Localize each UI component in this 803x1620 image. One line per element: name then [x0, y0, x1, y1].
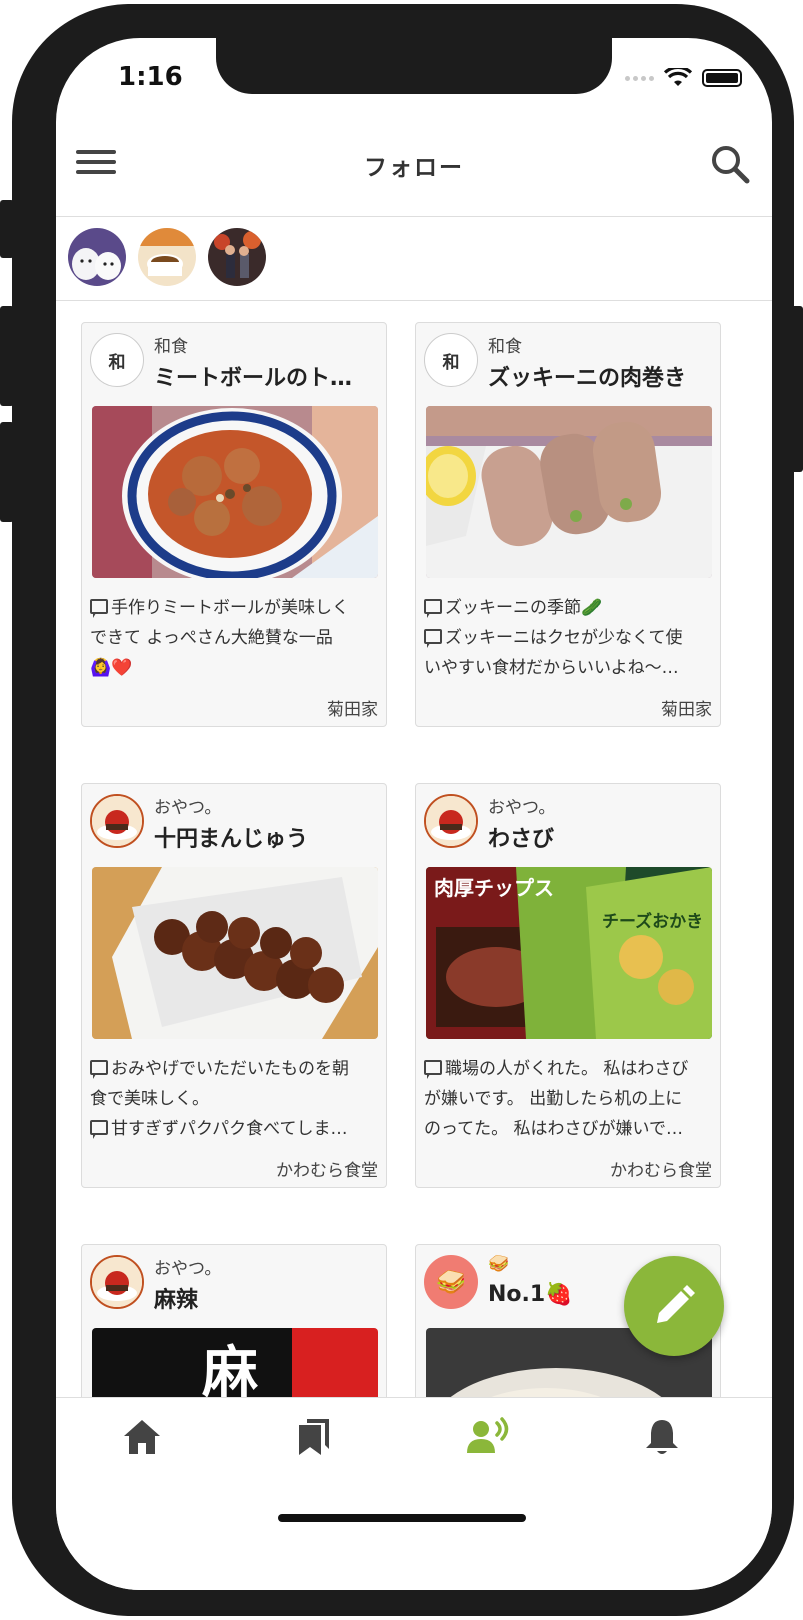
signal-icon: [625, 75, 654, 81]
description-line: 甘すぎずパクパク食べてしま…: [111, 1119, 348, 1139]
category-avatar: 🥪: [424, 1255, 478, 1309]
compose-post-button[interactable]: [624, 1256, 724, 1356]
card-author[interactable]: 菊田家: [327, 695, 378, 720]
photo-label: 麻: [202, 1341, 258, 1397]
story-avatar-1[interactable]: [68, 228, 126, 286]
card-category: おやつ。: [488, 798, 556, 818]
recipe-photo: 麻: [92, 1328, 378, 1397]
wifi-icon: [664, 68, 692, 86]
comment-icon: [90, 1120, 108, 1139]
card-title: ズッキーニの肉巻き: [488, 366, 687, 391]
bell-icon: [646, 1420, 678, 1454]
search-icon: [712, 146, 750, 184]
page-title: フォロー: [364, 155, 464, 181]
card-category: 🥪: [488, 1254, 510, 1274]
card-author[interactable]: かわむら食堂: [276, 1156, 378, 1181]
pencil-icon: [657, 1285, 695, 1323]
comment-icon: [424, 599, 442, 618]
recipe-feed[interactable]: 和 和食 ミートボールのト… 手作りミートボールが美味しく できて よっぺさん大…: [56, 301, 772, 1397]
description-line: が嫌いです。 出勤したら机の上に: [424, 1089, 683, 1109]
story-avatar-3[interactable]: [208, 228, 266, 286]
tab-bookmarks[interactable]: [284, 1414, 344, 1460]
battery-icon: [702, 69, 742, 87]
app-header: フォロー: [56, 126, 772, 217]
card-category: おやつ。: [154, 1259, 222, 1279]
user-avatar: [424, 794, 478, 848]
photo-label: チーズおかき: [602, 911, 703, 932]
recipe-photo: [426, 406, 712, 578]
user-avatar: [90, 1255, 144, 1309]
status-icons: [625, 68, 742, 88]
tab-follow[interactable]: [458, 1414, 518, 1460]
description-line: 🙆‍♀️❤️: [90, 658, 133, 678]
card-category: 和食: [154, 337, 188, 357]
bookmarks-icon: [299, 1419, 329, 1455]
home-indicator: [278, 1514, 526, 1522]
comment-icon: [424, 629, 442, 648]
followed-users-row: [56, 218, 772, 301]
recipe-card[interactable]: 和 和食 ミートボールのト… 手作りミートボールが美味しく できて よっぺさん大…: [81, 322, 387, 727]
story-avatar-2[interactable]: [138, 228, 196, 286]
description-line: できて よっぺさん大絶賛な一品: [90, 628, 333, 648]
card-description: 職場の人がくれた。 私はわさび が嫌いです。 出勤したら机の上に のってた。 私…: [424, 1054, 712, 1144]
description-line: のってた。 私はわさびが嫌いで…: [424, 1119, 684, 1139]
comment-icon: [90, 1060, 108, 1079]
card-title: 麻辣: [154, 1288, 199, 1313]
description-line: 手作りミートボールが美味しく: [111, 598, 349, 618]
recipe-card[interactable]: おやつ。 麻辣 麻: [81, 1244, 387, 1397]
search-button[interactable]: [708, 142, 752, 186]
card-description: 手作りミートボールが美味しく できて よっぺさん大絶賛な一品 🙆‍♀️❤️: [90, 593, 378, 683]
photo-label: 肉厚チップス: [434, 876, 554, 900]
comment-icon: [90, 599, 108, 618]
card-category: 和食: [488, 337, 522, 357]
description-line: いやすい食材だからいいよね〜…: [424, 658, 679, 678]
recipe-photo: 肉厚チップス チーズおかき: [426, 867, 712, 1039]
card-title: わさび: [488, 827, 555, 852]
user-avatar: [90, 794, 144, 848]
description-line: 職場の人がくれた。 私はわさび: [445, 1059, 689, 1079]
bottom-tab-bar: [56, 1397, 772, 1590]
recipe-card[interactable]: おやつ。 わさび 肉厚チップス チーズおかき 職場の人がくれた。 私はわさび が…: [415, 783, 721, 1188]
description-line: ズッキーニの季節🥒: [445, 598, 603, 618]
phone-frame: 1:16 フォロー 和 和食 ミートボールのト… 手作りミートボールが美味しく …: [12, 4, 794, 1616]
tab-notifications[interactable]: [632, 1414, 692, 1460]
comment-icon: [424, 1060, 442, 1079]
app-screen: 1:16 フォロー 和 和食 ミートボールのト… 手作りミートボールが美味しく …: [56, 38, 772, 1590]
tab-home[interactable]: [112, 1414, 172, 1460]
recipe-card[interactable]: 和 和食 ズッキーニの肉巻き ズッキーニの季節🥒 ズッキーニはクセが少なくて使 …: [415, 322, 721, 727]
card-author[interactable]: 菊田家: [661, 695, 712, 720]
follow-icon: [467, 1417, 509, 1453]
category-avatar: 和: [424, 333, 478, 387]
category-avatar: 和: [90, 333, 144, 387]
description-line: ズッキーニはクセが少なくて使: [445, 628, 683, 648]
recipe-photo: [92, 406, 378, 578]
recipe-card[interactable]: おやつ。 十円まんじゅう おみやげでいただいたものを朝 食で美味しく。 甘すぎず…: [81, 783, 387, 1188]
card-title: 十円まんじゅう: [154, 827, 309, 852]
home-icon: [124, 1420, 160, 1454]
description-line: おみやげでいただいたものを朝: [111, 1059, 349, 1079]
notch: [216, 38, 612, 94]
card-description: ズッキーニの季節🥒 ズッキーニはクセが少なくて使 いやすい食材だからいいよね〜…: [424, 593, 712, 683]
card-description: おみやげでいただいたものを朝 食で美味しく。 甘すぎずパクパク食べてしま…: [90, 1054, 378, 1144]
card-author[interactable]: かわむら食堂: [610, 1156, 712, 1181]
description-line: 食で美味しく。: [90, 1089, 209, 1109]
card-category: おやつ。: [154, 798, 222, 818]
recipe-photo: [92, 867, 378, 1039]
status-time: 1:16: [118, 62, 183, 92]
card-title: ミートボールのト…: [154, 366, 353, 391]
